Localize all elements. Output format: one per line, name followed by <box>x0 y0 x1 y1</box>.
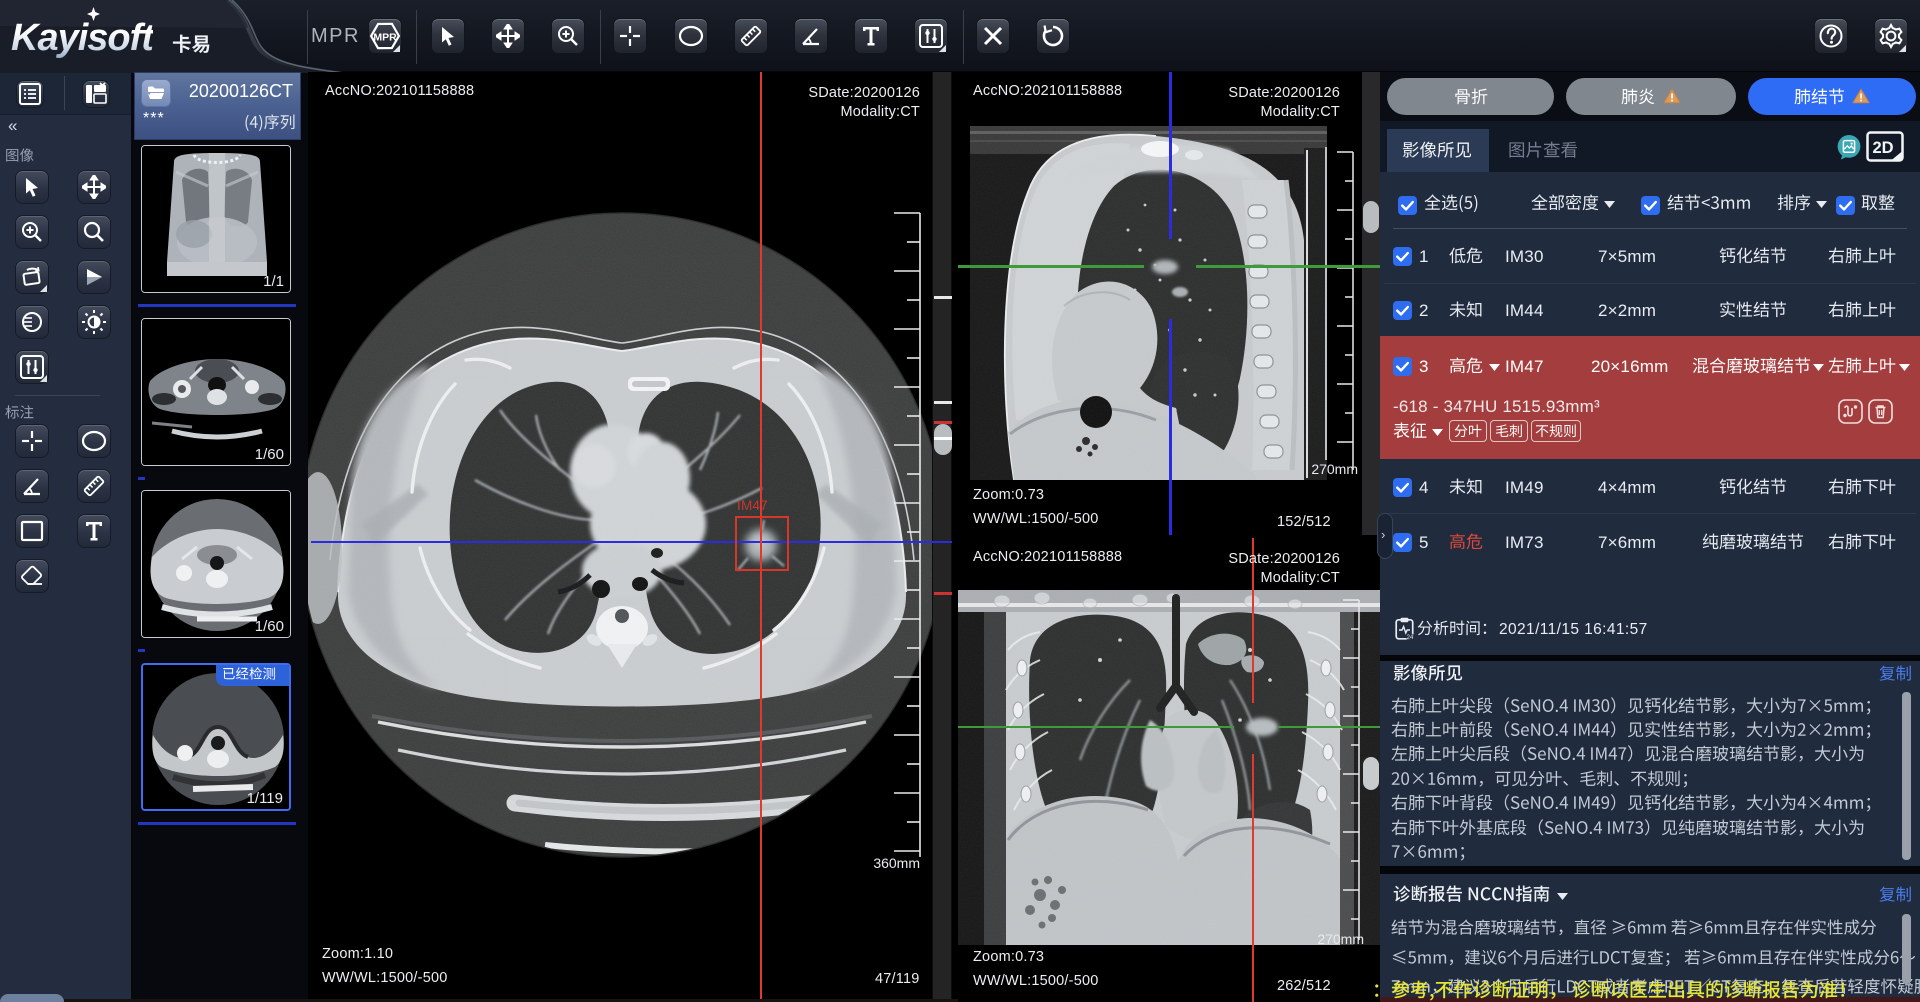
svg-text:24: 24 <box>1407 635 1414 640</box>
svg-text:MPR: MPR <box>373 32 397 44</box>
svg-text:2D: 2D <box>1872 139 1893 157</box>
svg-text:270mm: 270mm <box>1311 461 1358 477</box>
svg-text:270mm: 270mm <box>1317 931 1364 947</box>
svg-text:360mm: 360mm <box>873 855 920 871</box>
